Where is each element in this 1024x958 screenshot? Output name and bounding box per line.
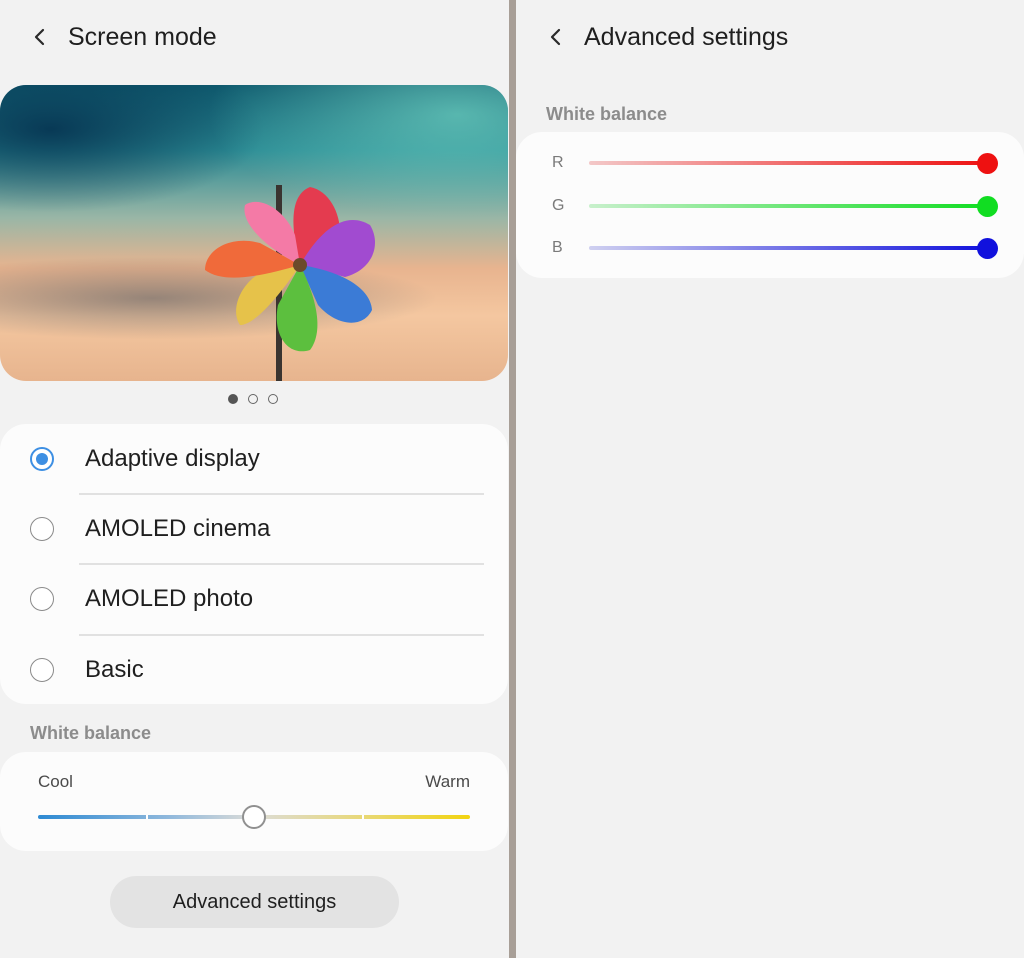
slider-tick	[362, 815, 364, 819]
chevron-left-icon	[550, 28, 561, 46]
slider-tick	[146, 815, 148, 819]
green-slider-track[interactable]	[589, 204, 987, 208]
white-balance-slider-thumb[interactable]	[242, 805, 266, 829]
red-slider-thumb[interactable]	[977, 153, 998, 174]
advanced-settings-panel: Advanced settings White balance R G B	[516, 0, 1024, 958]
green-channel-row: G	[516, 185, 1024, 227]
page-title: Advanced settings	[584, 22, 789, 51]
radio-button[interactable]	[30, 587, 54, 611]
page-title: Screen mode	[68, 22, 217, 51]
screen-mode-panel: Screen mode Adaptive display AMOLED cine…	[0, 0, 509, 958]
blue-channel-row: B	[516, 227, 1024, 269]
radio-button[interactable]	[30, 517, 54, 541]
radio-button-checked[interactable]	[30, 447, 54, 471]
blue-slider-track[interactable]	[589, 246, 987, 250]
carousel-dot[interactable]	[248, 394, 258, 404]
carousel-dot[interactable]	[228, 394, 238, 404]
red-slider-track[interactable]	[589, 161, 987, 165]
advanced-settings-button[interactable]: Advanced settings	[110, 876, 399, 928]
mode-label: AMOLED cinema	[85, 515, 271, 542]
white-balance-card: Cool Warm	[0, 752, 508, 851]
blue-slider-thumb[interactable]	[977, 238, 998, 259]
mode-label: Basic	[85, 656, 144, 683]
screen-mode-preview-image[interactable]	[0, 85, 508, 381]
chevron-left-icon	[34, 28, 45, 46]
rgb-balance-card: R G B	[516, 132, 1024, 278]
mode-option-amoled-photo[interactable]: AMOLED photo	[0, 564, 508, 634]
white-balance-section-title: White balance	[546, 104, 668, 124]
back-button[interactable]	[18, 15, 62, 59]
screen-mode-header: Screen mode	[18, 0, 217, 74]
mode-label: Adaptive display	[85, 445, 260, 472]
pinwheel-illustration	[205, 185, 376, 381]
cool-label: Cool	[38, 772, 73, 791]
mode-option-adaptive-display[interactable]: Adaptive display	[0, 424, 508, 494]
channel-label: G	[552, 197, 565, 214]
carousel-dot[interactable]	[268, 394, 278, 404]
channel-label: R	[552, 154, 564, 171]
radio-button[interactable]	[30, 658, 54, 682]
back-button[interactable]	[534, 15, 578, 59]
mode-option-basic[interactable]: Basic	[0, 635, 508, 705]
mode-option-amoled-cinema[interactable]: AMOLED cinema	[0, 494, 508, 564]
carousel-page-indicator	[228, 394, 278, 404]
advanced-settings-header: Advanced settings	[534, 0, 788, 74]
screen-mode-options-card: Adaptive display AMOLED cinema AMOLED ph…	[0, 424, 508, 704]
channel-label: B	[552, 239, 563, 256]
mode-label: AMOLED photo	[85, 585, 254, 612]
warm-label: Warm	[425, 772, 470, 791]
red-channel-row: R	[516, 142, 1024, 184]
green-slider-thumb[interactable]	[977, 196, 998, 217]
white-balance-section-title: White balance	[30, 723, 152, 743]
